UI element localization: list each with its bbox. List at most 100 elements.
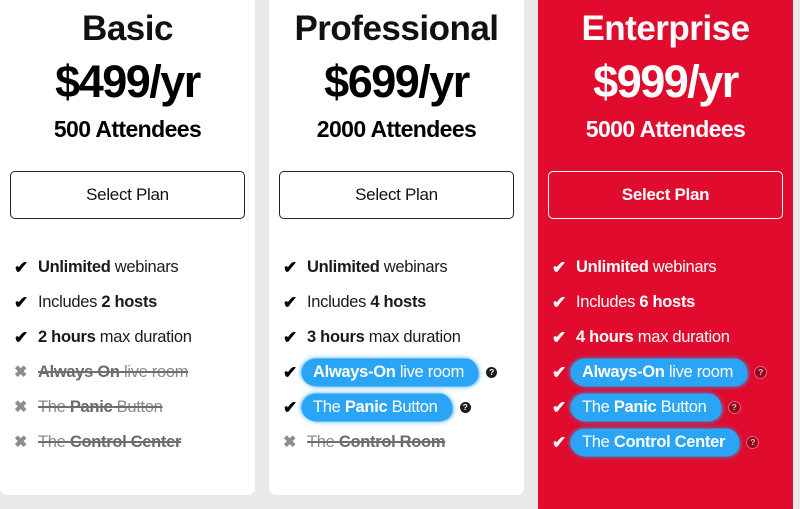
select-plan-button[interactable]: Select Plan xyxy=(10,171,245,220)
feature-text-part: max duration xyxy=(364,328,461,347)
feature-text-part: Panic xyxy=(69,398,113,417)
feature-label: Always-On live room xyxy=(572,360,747,386)
check-icon: ✔ xyxy=(283,328,297,348)
check-icon: ✔ xyxy=(14,328,28,348)
feature-text-part: live room xyxy=(395,363,465,382)
plan-price: $999/yr xyxy=(593,55,739,107)
feature-text-part: live room xyxy=(664,363,734,382)
feature-text-part: Button xyxy=(656,398,707,417)
feature-item: ✔ Always-On live room? xyxy=(552,355,783,390)
feature-label: Unlimited webinars xyxy=(307,256,448,279)
feature-item: ✔ Unlimited webinars xyxy=(283,250,514,285)
feature-label: Always On live room xyxy=(38,361,189,384)
feature-label: The Panic Button xyxy=(38,396,163,419)
feature-list: ✔ Unlimited webinars ✔ Includes 6 hosts ✔ 4 h… xyxy=(548,250,783,460)
feature-text-part: 2 hours xyxy=(38,328,96,347)
pricing-grid: Basic $499/yr 500 Attendees Select Plan ✔ Unl… xyxy=(0,0,800,509)
help-icon[interactable]: ? xyxy=(459,402,471,414)
feature-label: Unlimited webinars xyxy=(38,256,179,279)
feature-item: ✔ The Panic Button? xyxy=(552,390,783,425)
plan-price: $499/yr xyxy=(55,55,201,107)
feature-item: ✔ 2 hours max duration xyxy=(14,320,245,355)
feature-text-part: Control Room xyxy=(338,433,446,452)
cross-icon: ✖ xyxy=(283,433,297,451)
feature-item: ✖ The Panic Button xyxy=(14,390,245,425)
feature-item: ✔ Always-On live room? xyxy=(283,355,514,390)
check-icon: ✔ xyxy=(283,293,297,313)
feature-text-part: live room xyxy=(119,363,189,382)
feature-text-part: Button xyxy=(387,398,438,417)
feature-label: 3 hours max duration xyxy=(307,326,461,349)
cross-icon: ✖ xyxy=(14,398,28,416)
feature-label: Includes 4 hosts xyxy=(307,291,426,314)
feature-label: The Panic Button xyxy=(303,395,451,421)
feature-item: ✔ Unlimited webinars xyxy=(552,250,783,285)
help-icon[interactable]: ? xyxy=(728,402,740,414)
select-plan-button[interactable]: Select Plan xyxy=(279,171,514,220)
check-icon: ✔ xyxy=(552,293,566,313)
feature-label: Includes 6 hosts xyxy=(576,291,695,314)
feature-item: ✔ The Control Center? xyxy=(552,425,783,460)
feature-text-part: The xyxy=(38,433,70,452)
feature-item: ✔ The Panic Button? xyxy=(283,390,514,425)
help-icon[interactable]: ? xyxy=(755,367,767,379)
help-icon[interactable]: ? xyxy=(486,367,498,379)
feature-item: ✖ Always On live room xyxy=(14,355,245,390)
cross-icon: ✖ xyxy=(14,363,28,381)
feature-text-part: Unlimited xyxy=(576,258,649,277)
feature-text-part: webinars xyxy=(110,258,179,277)
feature-text-part: Button xyxy=(112,398,163,417)
plan-attendees: 5000 Attendees xyxy=(585,116,746,142)
check-icon: ✔ xyxy=(14,293,28,313)
feature-text-part: 4 hosts xyxy=(370,293,427,312)
feature-item: ✔ Includes 6 hosts xyxy=(552,285,783,320)
feature-text-part: Always-On xyxy=(582,363,665,382)
feature-text-part: Always-On xyxy=(313,363,396,382)
feature-label: The Panic Button xyxy=(572,395,720,421)
plan-name: Professional xyxy=(294,9,499,48)
feature-text-part: 3 hours xyxy=(307,328,365,347)
feature-text-part: max duration xyxy=(633,328,730,347)
pricing-card-basic: Basic $499/yr 500 Attendees Select Plan ✔ Unl… xyxy=(0,0,255,495)
feature-text-part: The xyxy=(313,398,345,417)
feature-text-part: Unlimited xyxy=(307,258,380,277)
cross-icon: ✖ xyxy=(14,433,28,451)
pricing-card-enterprise: Enterprise $999/yr 5000 Attendees Select Pl… xyxy=(538,0,793,509)
feature-item: ✔ 3 hours max duration xyxy=(283,320,514,355)
feature-text-part: 4 hours xyxy=(576,328,634,347)
help-icon[interactable]: ? xyxy=(747,437,759,449)
feature-text-part: Always On xyxy=(38,363,120,382)
feature-text-part: webinars xyxy=(648,258,717,277)
feature-item: ✔ Includes 4 hosts xyxy=(283,285,514,320)
feature-text-part: max duration xyxy=(95,328,192,347)
feature-text-part: Control Center xyxy=(613,433,726,452)
feature-list: ✔ Unlimited webinars ✔ Includes 2 hosts ✔ 2 h… xyxy=(10,250,245,460)
feature-text-part: The xyxy=(38,398,70,417)
feature-text-part: The xyxy=(582,398,614,417)
feature-label: 2 hours max duration xyxy=(38,326,192,349)
plan-name: Enterprise xyxy=(581,9,750,48)
feature-text-part: 6 hosts xyxy=(639,293,696,312)
feature-label: The Control Center xyxy=(572,430,739,456)
plan-attendees: 500 Attendees xyxy=(53,116,202,142)
plan-attendees: 2000 Attendees xyxy=(316,116,477,142)
feature-text-part: Unlimited xyxy=(38,258,111,277)
feature-item: ✔ 4 hours max duration xyxy=(552,320,783,355)
select-plan-button[interactable]: Select Plan xyxy=(548,171,783,220)
feature-text-part: The xyxy=(582,433,614,452)
feature-label: 4 hours max duration xyxy=(576,326,730,349)
feature-text-part: Panic xyxy=(344,398,388,417)
feature-item: ✔ Includes 2 hosts xyxy=(14,285,245,320)
feature-label: The Control Room xyxy=(307,431,446,454)
feature-text-part: Panic xyxy=(613,398,657,417)
feature-item: ✖ The Control Room xyxy=(283,425,514,460)
plan-name: Basic xyxy=(82,9,173,48)
check-icon: ✔ xyxy=(552,258,566,278)
feature-text-part: Includes xyxy=(38,293,102,312)
feature-text-part: webinars xyxy=(379,258,448,277)
feature-list: ✔ Unlimited webinars ✔ Includes 4 hosts ✔ 3 h… xyxy=(279,250,514,460)
feature-label: Unlimited webinars xyxy=(576,256,717,279)
feature-text-part: Control Center xyxy=(69,433,182,452)
feature-item: ✖ The Control Center xyxy=(14,425,245,460)
feature-label: Includes 2 hosts xyxy=(38,291,157,314)
